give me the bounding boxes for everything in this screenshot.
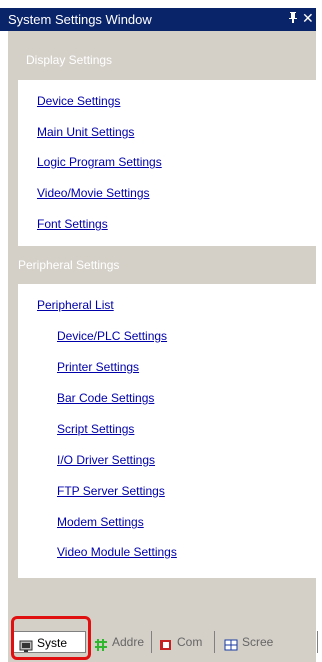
peripheral-list-link[interactable]: Peripheral List <box>37 298 114 312</box>
close-icon[interactable]: ✕ <box>302 10 314 27</box>
video-movie-settings-link[interactable]: Video/Movie Settings <box>37 186 150 200</box>
tab-label: Com <box>177 635 203 649</box>
printer-settings-link[interactable]: Printer Settings <box>57 360 139 374</box>
ftp-server-settings-link[interactable]: FTP Server Settings <box>57 484 165 498</box>
common-icon <box>159 636 173 650</box>
tab-label: Addre <box>112 635 145 649</box>
tab-screen[interactable]: Scree <box>218 631 318 653</box>
main-unit-settings-link[interactable]: Main Unit Settings <box>37 125 134 139</box>
tab-address[interactable]: Addre <box>88 631 152 653</box>
pin-icon[interactable] <box>288 11 298 26</box>
bar-code-settings-link[interactable]: Bar Code Settings <box>57 391 154 405</box>
system-settings-panel: System Settings Window ✕ Display Setting… <box>0 0 322 662</box>
peripheral-settings-title: Peripheral Settings <box>18 258 120 272</box>
font-settings-link[interactable]: Font Settings <box>37 217 108 231</box>
tab-label: Scree <box>242 635 274 649</box>
script-settings-link[interactable]: Script Settings <box>57 422 134 436</box>
highlight-box <box>11 616 91 660</box>
tab-common[interactable]: Com <box>153 631 215 653</box>
address-icon <box>94 636 108 651</box>
device-settings-link[interactable]: Device Settings <box>37 94 120 108</box>
device-plc-settings-link[interactable]: Device/PLC Settings <box>57 329 167 343</box>
display-settings-title: Display Settings <box>26 53 113 67</box>
window-title-bar[interactable]: System Settings Window ✕ <box>0 8 316 31</box>
io-driver-settings-link[interactable]: I/O Driver Settings <box>57 453 155 467</box>
window-title: System Settings Window <box>8 12 152 27</box>
logic-program-settings-link[interactable]: Logic Program Settings <box>37 155 162 169</box>
video-module-settings-link[interactable]: Video Module Settings <box>57 545 177 559</box>
modem-settings-link[interactable]: Modem Settings <box>57 515 144 529</box>
screen-icon <box>224 636 238 651</box>
